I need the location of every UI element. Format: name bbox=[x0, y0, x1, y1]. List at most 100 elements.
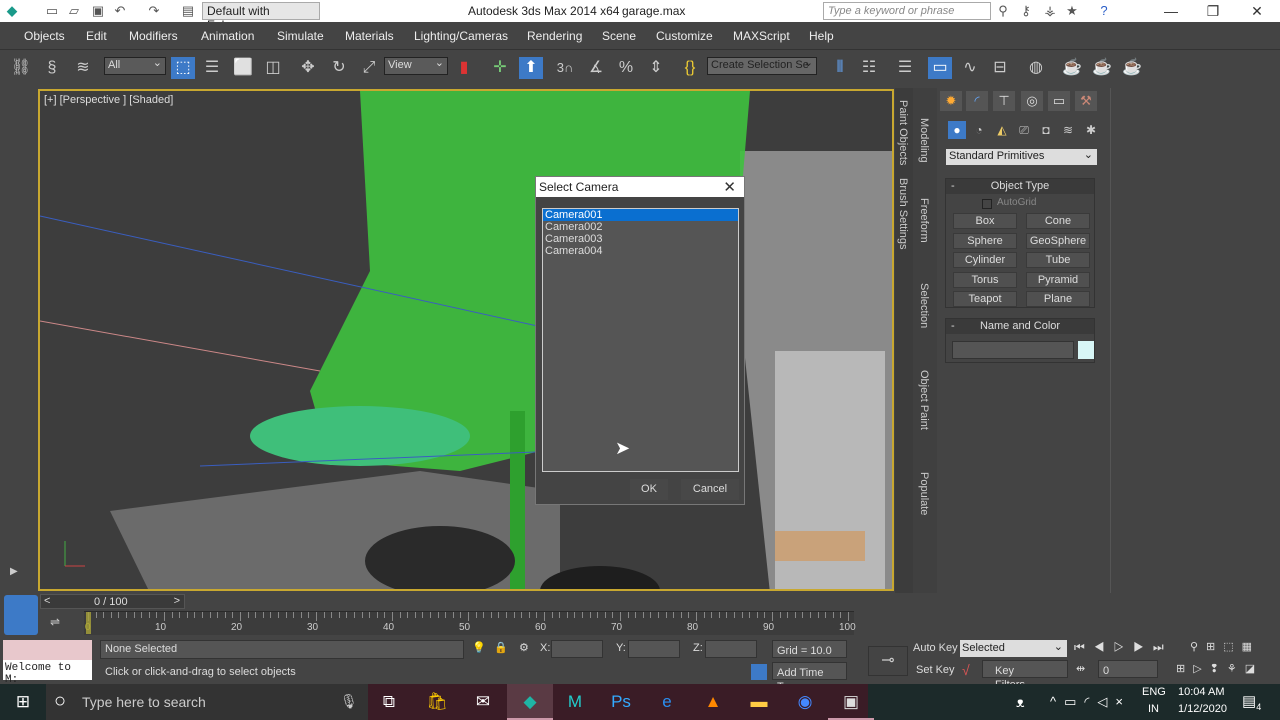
menu-customize[interactable]: Customize bbox=[656, 29, 713, 43]
y-coordinate-input[interactable] bbox=[628, 640, 680, 658]
camera-list-item[interactable]: Camera003 bbox=[543, 233, 738, 245]
render-setup-icon[interactable]: ☕ bbox=[1060, 57, 1084, 79]
camera-list-item[interactable]: Camera001 bbox=[543, 209, 738, 221]
name-color-header[interactable]: - Name and Color bbox=[946, 319, 1094, 334]
open-file-icon[interactable]: ▱ bbox=[66, 3, 82, 19]
tab-selection[interactable]: Selection bbox=[918, 283, 930, 328]
add-time-tag-button[interactable]: Add Time Tag bbox=[772, 662, 847, 693]
mail-icon[interactable]: ✉ bbox=[460, 684, 506, 720]
tab-object-paint[interactable]: Object Paint bbox=[918, 370, 930, 430]
star-icon[interactable]: ★ bbox=[1064, 3, 1080, 19]
percent-snap-icon[interactable]: % bbox=[614, 57, 638, 79]
cylinder-button[interactable]: Cylinder bbox=[953, 252, 1017, 268]
helpers-icon[interactable]: ◘ bbox=[1037, 121, 1055, 139]
clock-time[interactable]: 10:04 AM bbox=[1178, 686, 1224, 698]
menu-objects[interactable]: Objects bbox=[24, 29, 65, 43]
region-indicator[interactable]: IN bbox=[1148, 703, 1159, 715]
viewport-layout-icon[interactable] bbox=[4, 595, 38, 635]
rotate-icon[interactable]: ↻ bbox=[327, 57, 351, 79]
workspace-select[interactable]: Default with Enhance bbox=[202, 2, 320, 32]
tube-button[interactable]: Tube bbox=[1026, 252, 1090, 268]
new-file-icon[interactable]: ▭ bbox=[44, 3, 60, 19]
edit-named-selection-icon[interactable]: {} bbox=[678, 57, 702, 79]
camera-app-icon[interactable]: ▣ bbox=[828, 684, 874, 720]
named-selection-set-select[interactable]: Create Selection Se bbox=[707, 56, 817, 75]
sphere-button[interactable]: Sphere bbox=[953, 233, 1017, 249]
lock-selection-icon[interactable]: 🔒 bbox=[494, 641, 508, 654]
torus-button[interactable]: Torus bbox=[953, 272, 1017, 288]
render-icon[interactable]: ☕ bbox=[1120, 57, 1144, 79]
viewport-navigation-icons[interactable]: ⚲⊞⬚▦ bbox=[1190, 640, 1260, 653]
close-button[interactable]: ✕ bbox=[1234, 0, 1280, 22]
move-icon[interactable]: ✥ bbox=[296, 57, 320, 79]
geosphere-button[interactable]: GeoSphere bbox=[1026, 233, 1090, 249]
set-keys-key-icon[interactable]: ⊸ bbox=[868, 646, 908, 676]
maxscript-listener-output[interactable] bbox=[3, 640, 92, 660]
menu-modifiers[interactable]: Modifiers bbox=[129, 29, 178, 43]
selection-filter-select[interactable]: All bbox=[104, 56, 166, 75]
autogrid-checkbox[interactable] bbox=[982, 199, 992, 209]
store-icon[interactable]: 🛍 bbox=[414, 684, 460, 720]
taskbar-search-box[interactable]: ○ Type here to search 🎙 bbox=[46, 684, 368, 720]
auto-key-button[interactable]: Auto Key bbox=[913, 642, 958, 654]
modify-tab-icon[interactable]: ◜ bbox=[966, 91, 988, 111]
menu-lighting-cameras[interactable]: Lighting/Cameras bbox=[414, 29, 508, 43]
time-cursor[interactable] bbox=[86, 612, 91, 634]
object-color-swatch[interactable] bbox=[1078, 341, 1094, 359]
angle-snap-icon[interactable]: ∡ bbox=[584, 57, 608, 79]
windows-start-icon[interactable]: ⊞ bbox=[0, 684, 46, 720]
project-folder-icon[interactable]: ▤ bbox=[180, 3, 196, 19]
menu-maxscript[interactable]: MAXScript bbox=[733, 29, 790, 43]
camera-list[interactable]: Camera001 Camera002 Camera003 Camera004 bbox=[542, 208, 739, 472]
viewport-navigation-icons-2[interactable]: ⊞▷❢⚘◪ bbox=[1176, 662, 1263, 675]
3dsmax-taskbar-icon[interactable]: ◆ bbox=[507, 684, 553, 720]
prev-frame-icon[interactable]: < bbox=[44, 595, 50, 607]
hierarchy-tab-icon[interactable]: ⊤ bbox=[993, 91, 1015, 111]
object-type-header[interactable]: - Object Type bbox=[946, 179, 1094, 194]
utilities-tab-icon[interactable]: ⚒ bbox=[1075, 91, 1097, 111]
keyboard-shortcut-override-icon[interactable]: ⬆ bbox=[519, 57, 543, 79]
photoshop-icon[interactable]: Ps bbox=[598, 684, 644, 720]
menu-rendering[interactable]: Rendering bbox=[527, 29, 582, 43]
select-object-icon[interactable]: ⬚ bbox=[171, 57, 195, 79]
curve-editor-icon[interactable]: ∿ bbox=[958, 57, 982, 79]
chrome-icon[interactable]: ◉ bbox=[782, 684, 828, 720]
x-coordinate-input[interactable] bbox=[551, 640, 603, 658]
cancel-button[interactable]: Cancel bbox=[681, 479, 739, 500]
next-frame-icon[interactable]: > bbox=[174, 595, 180, 607]
ok-button[interactable]: OK bbox=[630, 479, 668, 500]
plane-button[interactable]: Plane bbox=[1026, 291, 1090, 307]
time-tag-icon[interactable] bbox=[751, 664, 767, 680]
bind-spacewarp-icon[interactable]: ≋ bbox=[71, 57, 95, 79]
reference-coordinate-select[interactable]: View bbox=[384, 56, 448, 75]
system-tray-icons[interactable]: ^▭◜◁× bbox=[1050, 694, 1131, 710]
menu-animation[interactable]: Animation bbox=[201, 29, 254, 43]
menu-help[interactable]: Help bbox=[809, 29, 834, 43]
maxscript-mini-listener[interactable]: Welcome to M: bbox=[3, 660, 92, 686]
box-button[interactable]: Box bbox=[953, 213, 1017, 229]
z-coordinate-input[interactable] bbox=[705, 640, 757, 658]
set-key-button[interactable]: Set Key bbox=[916, 664, 955, 676]
expand-arrow-icon[interactable]: ▶ bbox=[10, 566, 18, 577]
people-icon[interactable]: ᴥ bbox=[1016, 694, 1025, 710]
motion-tab-icon[interactable]: ◎ bbox=[1021, 91, 1043, 111]
cone-button[interactable]: Cone bbox=[1026, 213, 1090, 229]
viewport-label[interactable]: [+] [Perspective ] [Shaded] bbox=[44, 94, 173, 106]
object-name-input[interactable] bbox=[952, 341, 1074, 359]
tab-freeform[interactable]: Freeform bbox=[918, 198, 930, 243]
minimize-button[interactable]: — bbox=[1148, 0, 1194, 22]
lights-icon[interactable]: ◭ bbox=[993, 121, 1011, 139]
tab-paint-objects[interactable]: Paint Objects bbox=[897, 100, 909, 165]
isolate-icon[interactable]: 💡 bbox=[472, 641, 486, 654]
current-frame-input[interactable]: 0 bbox=[1098, 660, 1158, 678]
help-icon[interactable]: ? bbox=[1096, 3, 1112, 19]
manipulate-icon[interactable]: ✛ bbox=[488, 57, 512, 79]
systems-icon[interactable]: ✱ bbox=[1082, 121, 1100, 139]
time-ruler[interactable]: 0102030405060708090100 bbox=[84, 611, 856, 635]
camera-list-item[interactable]: Camera002 bbox=[543, 221, 738, 233]
link-icon[interactable]: ⛓ bbox=[9, 57, 33, 79]
menu-edit[interactable]: Edit bbox=[86, 29, 107, 43]
unlink-icon[interactable]: § bbox=[40, 57, 64, 79]
menu-materials[interactable]: Materials bbox=[345, 29, 394, 43]
microphone-icon[interactable]: 🎙 bbox=[340, 693, 358, 710]
